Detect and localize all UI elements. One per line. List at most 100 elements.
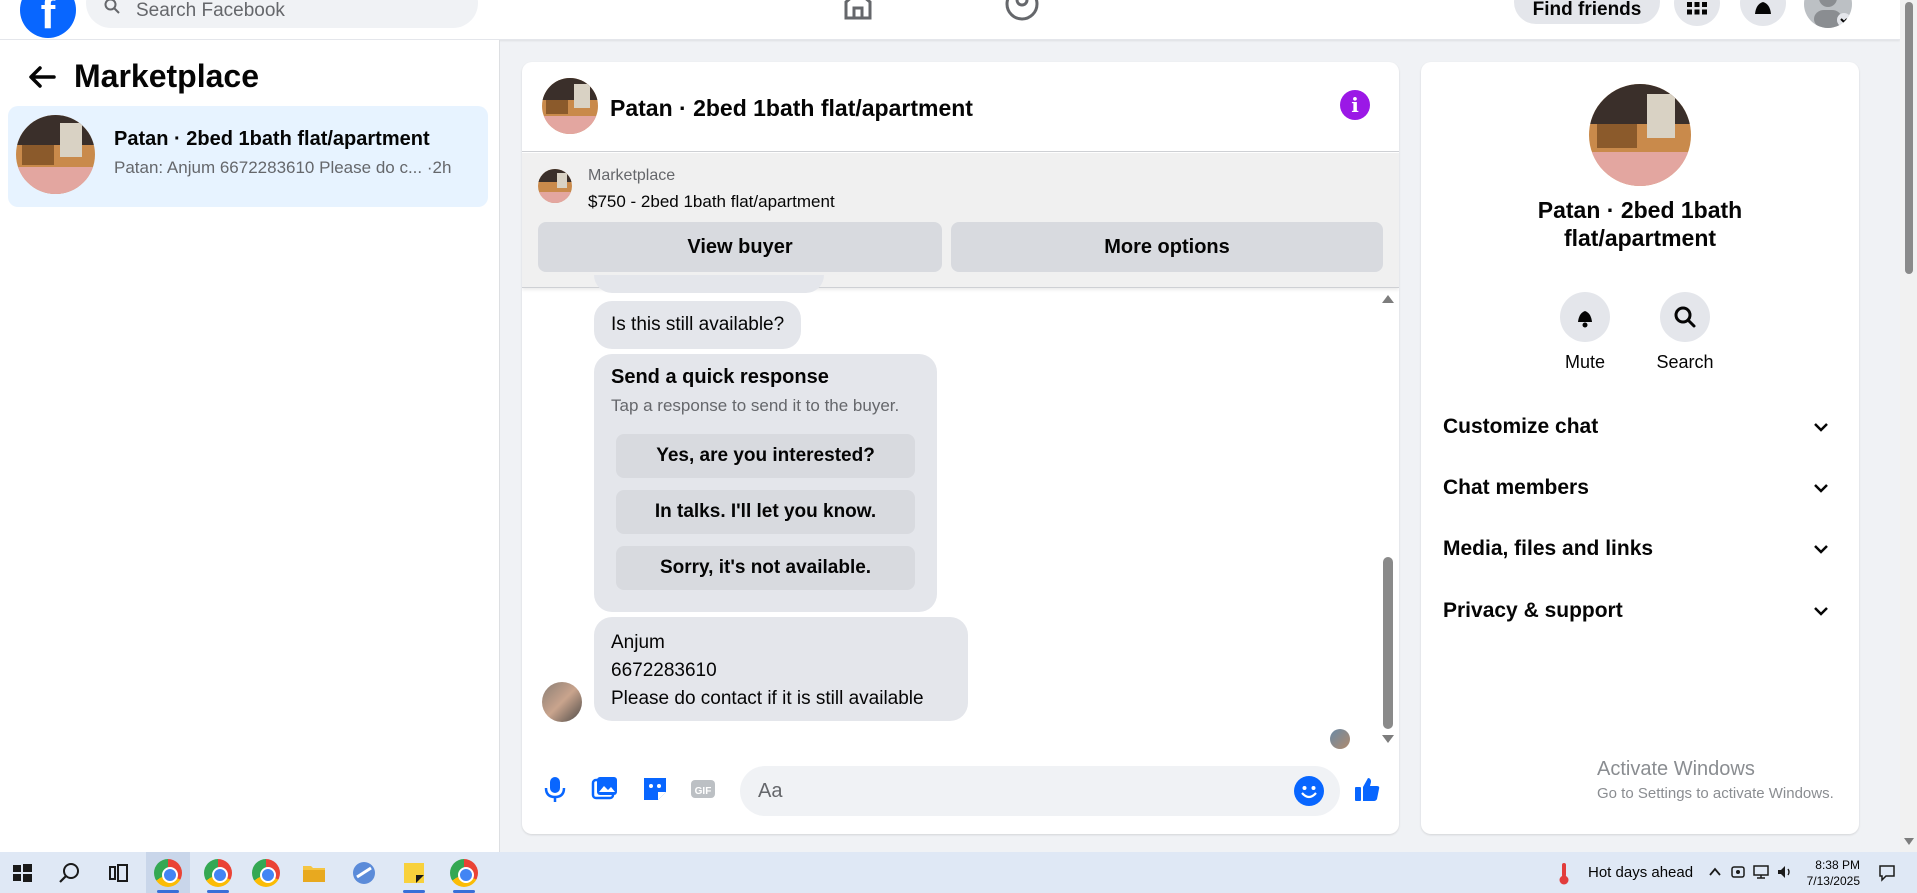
message-bubble: Is this still available? — [594, 301, 802, 349]
chevron-down-icon — [1814, 423, 1828, 432]
section-label: Chat members — [1443, 476, 1589, 499]
quick-response-title: Send a quick response — [611, 366, 829, 388]
search-icon — [104, 0, 120, 14]
activate-windows-watermark: Activate Windows Go to Settings to activ… — [1597, 758, 1834, 802]
section-label: Media, files and links — [1443, 537, 1654, 560]
notification-center-icon[interactable] — [1878, 864, 1896, 882]
customize-chat-section[interactable]: Customize chat — [1443, 407, 1839, 447]
quick-response-subtitle: Tap a response to send it to the buyer. — [611, 396, 900, 415]
conversation-item[interactable]: Patan · 2bed 1bath flat/apartment Patan:… — [8, 106, 488, 207]
message-composer: GIF Aa — [522, 762, 1399, 822]
chevron-down-icon — [1814, 545, 1828, 554]
meet-now-icon[interactable] — [1730, 864, 1746, 880]
chrome-app-icon[interactable] — [154, 859, 182, 887]
quick-response-card: Send a quick response Tap a response to … — [594, 354, 937, 612]
chrome-app-icon[interactable] — [450, 859, 478, 887]
chevron-up-icon[interactable] — [1708, 865, 1722, 879]
system-clock[interactable]: 8:38 PM 7/13/2025 — [1800, 857, 1860, 889]
photo-gallery-icon[interactable] — [590, 774, 620, 804]
view-buyer-button[interactable]: View buyer — [538, 222, 942, 272]
listing-price-title[interactable]: $750 - 2bed 1bath flat/apartment — [588, 192, 835, 212]
message-line: Please do contact if it is still availab… — [611, 688, 924, 709]
page-title: Marketplace — [74, 58, 259, 94]
message-input[interactable]: Aa — [740, 766, 1340, 816]
menu-grid-button[interactable] — [1674, 0, 1720, 26]
sidebar-header: Marketplace — [24, 58, 259, 95]
search-label: Search — [1656, 352, 1714, 372]
marketplace-listing-banner: Marketplace $750 - 2bed 1bath flat/apart… — [522, 153, 1399, 288]
scroll-up-arrow-icon[interactable] — [1382, 295, 1394, 303]
top-navigation-bar: f Search Facebook Find friends — [0, 0, 1900, 40]
message-line: 6672283610 — [611, 660, 717, 681]
volume-icon[interactable] — [1776, 864, 1794, 880]
previous-message-bubble — [594, 275, 824, 293]
quick-response-in-talks-button[interactable]: In talks. I'll let you know. — [616, 490, 915, 534]
activate-windows-title: Activate Windows — [1597, 758, 1755, 780]
notifications-button[interactable] — [1740, 0, 1786, 26]
chat-title[interactable]: Patan · 2bed 1bath flat/apartment — [610, 95, 973, 122]
emoji-icon[interactable] — [1294, 776, 1324, 806]
sticker-icon[interactable] — [640, 774, 670, 804]
page-scroll-down-arrow-icon[interactable] — [1904, 838, 1914, 845]
search-facebook-input[interactable]: Search Facebook — [86, 0, 478, 28]
chat-panel: Patan · 2bed 1bath flat/apartment i Mark… — [522, 62, 1399, 834]
bell-icon — [1578, 311, 1592, 328]
more-options-button[interactable]: More options — [951, 222, 1383, 272]
page-scrollbar[interactable] — [1900, 0, 1917, 852]
scrollbar-thumb[interactable] — [1383, 557, 1393, 729]
banner-listing-thumbnail[interactable] — [538, 169, 572, 203]
home-icon[interactable] — [840, 0, 876, 22]
groups-icon[interactable] — [1004, 0, 1040, 22]
search-in-conversation-button[interactable]: Search — [1640, 292, 1730, 373]
conversation-name: Patan · 2bed 1bath flat/apartment — [114, 128, 430, 150]
windows-taskbar: Hot days ahead 8:38 PM 7/13/2025 — [0, 852, 1917, 893]
thumbs-up-icon[interactable] — [1352, 774, 1382, 804]
arrow-left-icon — [29, 65, 56, 88]
privacy-support-section[interactable]: Privacy & support — [1443, 591, 1839, 631]
conversation-preview: Patan: Anjum 6672283610 Please do c... ·… — [114, 158, 452, 177]
media-files-links-section[interactable]: Media, files and links — [1443, 529, 1839, 569]
quick-response-not-available-button[interactable]: Sorry, it's not available. — [616, 546, 915, 590]
grid-icon — [1687, 2, 1707, 15]
microphone-icon[interactable] — [540, 774, 570, 804]
info-icon[interactable]: i — [1340, 90, 1370, 120]
chat-listing-thumbnail[interactable] — [542, 78, 598, 134]
find-friends-button[interactable]: Find friends — [1514, 0, 1660, 24]
chrome-app-icon[interactable] — [252, 859, 280, 887]
account-avatar[interactable] — [1804, 0, 1852, 28]
chevron-down-icon — [1814, 484, 1828, 493]
thread-scrollbar[interactable] — [1380, 289, 1394, 749]
chat-info-panel: Patan · 2bed 1bath flat/apartment Mute S… — [1421, 62, 1859, 834]
snipping-tool-icon[interactable] — [350, 859, 378, 887]
back-button[interactable] — [24, 59, 60, 95]
message-thread[interactable]: Is this still available? Send a quick re… — [522, 275, 1399, 749]
thermometer-icon[interactable] — [1556, 861, 1572, 885]
facebook-logo-icon[interactable]: f — [20, 0, 76, 38]
scroll-down-arrow-icon[interactable] — [1382, 735, 1394, 743]
profile-placeholder-icon — [1814, 0, 1851, 28]
info-panel-title: Patan · 2bed 1bath flat/apartment — [1537, 197, 1743, 251]
quick-response-yes-button[interactable]: Yes, are you interested? — [616, 434, 915, 478]
listing-thumbnail — [16, 115, 95, 194]
chevron-down-icon — [1814, 607, 1828, 616]
mute-button[interactable]: Mute — [1540, 292, 1630, 373]
sticky-notes-icon[interactable] — [400, 859, 428, 887]
search-icon[interactable] — [56, 859, 84, 887]
sender-avatar[interactable] — [542, 682, 582, 722]
task-view-icon[interactable] — [104, 859, 132, 887]
seen-receipt-avatar — [1330, 729, 1350, 749]
windows-start-icon[interactable] — [8, 859, 36, 887]
page-scrollbar-thumb[interactable] — [1905, 2, 1913, 274]
chrome-app-icon[interactable] — [204, 859, 232, 887]
chat-members-section[interactable]: Chat members — [1443, 468, 1839, 508]
gif-icon[interactable]: GIF — [688, 774, 718, 804]
banner-label: Marketplace — [588, 167, 676, 184]
activate-windows-subtitle: Go to Settings to activate Windows. — [1597, 785, 1834, 802]
weather-widget[interactable]: Hot days ahead — [1588, 864, 1693, 881]
section-label: Customize chat — [1443, 415, 1599, 438]
file-explorer-icon[interactable] — [300, 859, 328, 887]
info-listing-thumbnail[interactable] — [1589, 84, 1691, 186]
chat-header: Patan · 2bed 1bath flat/apartment i — [522, 62, 1399, 152]
network-icon[interactable] — [1752, 864, 1770, 880]
message-input-placeholder: Aa — [758, 780, 783, 802]
